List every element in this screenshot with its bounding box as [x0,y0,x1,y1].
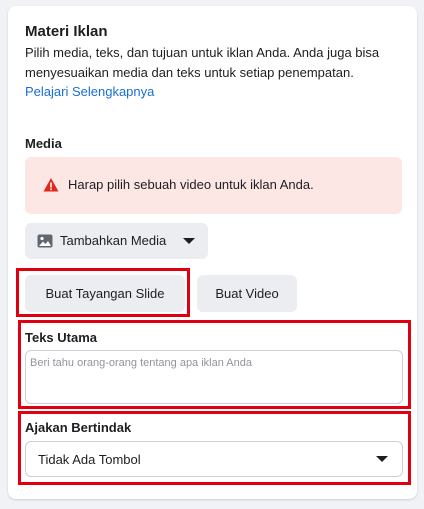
learn-more-link[interactable]: Pelajari Selengkapnya [25,84,154,99]
image-icon [37,234,53,248]
highlight-box-primary-text [18,320,411,409]
add-media-button[interactable]: Tambahkan Media [25,223,208,259]
media-label: Media [25,136,62,151]
highlight-box-slideshow [16,268,190,317]
media-alert: Harap pilih sebuah video untuk iklan And… [25,157,402,214]
create-video-button[interactable]: Buat Video [197,275,297,312]
section-title: Materi Iklan [25,23,108,40]
warning-icon [43,177,59,193]
highlight-box-cta [18,411,411,485]
add-media-label: Tambahkan Media [60,233,167,248]
section-description: Pilih media, teks, dan tujuan untuk ikla… [25,45,380,80]
caret-down-icon [183,238,195,244]
alert-text: Harap pilih sebuah video untuk iklan And… [68,177,314,192]
